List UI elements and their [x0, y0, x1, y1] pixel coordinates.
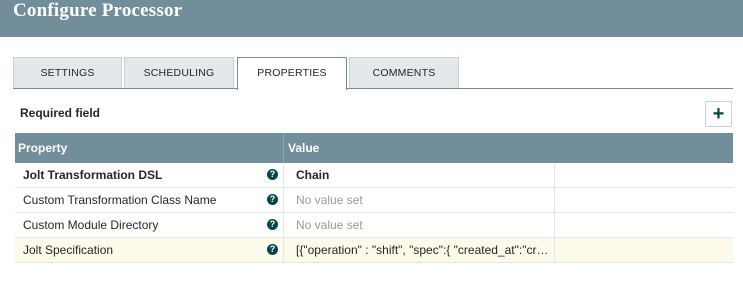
tab-comments[interactable]: COMMENTS — [349, 57, 459, 89]
dialog-title: Configure Processor — [13, 0, 183, 21]
add-property-button[interactable]: + — [705, 101, 732, 127]
plus-icon: + — [712, 103, 725, 125]
tab-divider — [13, 88, 733, 89]
tab-properties[interactable]: PROPERTIES — [237, 57, 347, 90]
tab-settings[interactable]: SETTINGS — [13, 57, 122, 89]
property-value[interactable]: [{"operation" : "shift", "spec":{ "creat… — [296, 238, 551, 262]
property-name: Jolt Transformation DSL — [23, 168, 163, 182]
property-row-jolt-specification[interactable]: Jolt Specification ? [{"operation" : "sh… — [15, 238, 733, 263]
tab-scheduling[interactable]: SCHEDULING — [124, 57, 234, 89]
property-row-custom-transformation-class-name[interactable]: Custom Transformation Class Name ? No va… — [15, 188, 733, 213]
property-value[interactable]: No value set — [296, 188, 551, 212]
property-name: Jolt Specification — [23, 243, 114, 257]
property-row-jolt-transformation-dsl[interactable]: Jolt Transformation DSL ? Chain — [15, 163, 733, 188]
help-icon[interactable]: ? — [267, 194, 278, 205]
table-header: Property Value — [15, 133, 733, 163]
help-icon[interactable]: ? — [267, 169, 278, 180]
property-value[interactable]: Chain — [296, 163, 551, 187]
dialog-header: Configure Processor — [0, 0, 743, 37]
properties-table: Property Value Jolt Transformation DSL ?… — [15, 133, 733, 263]
property-value[interactable]: No value set — [296, 213, 551, 237]
property-name: Custom Module Directory — [23, 218, 159, 232]
column-header-property[interactable]: Property — [18, 133, 67, 163]
column-header-value[interactable]: Value — [288, 133, 319, 163]
help-icon[interactable]: ? — [267, 244, 278, 255]
help-icon[interactable]: ? — [267, 219, 278, 230]
required-field-label: Required field — [20, 106, 101, 120]
property-row-custom-module-directory[interactable]: Custom Module Directory ? No value set — [15, 213, 733, 238]
property-name: Custom Transformation Class Name — [23, 193, 217, 207]
column-divider — [283, 133, 284, 163]
